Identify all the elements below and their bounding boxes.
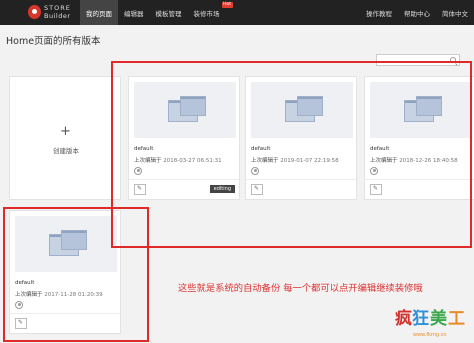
logo-line-2: Builder	[44, 12, 71, 20]
annotation-note: 这些就是系统的自动备份 每一个都可以点开编辑继续装修哦	[178, 283, 423, 294]
create-version-card[interactable]: + 创建版本	[9, 76, 121, 200]
create-version-label: 创建版本	[53, 147, 79, 155]
page-title: Home页面的所有版本	[6, 36, 101, 47]
main-nav: 我的页面 编辑器 模板管理 装修市场 Hot	[80, 0, 233, 25]
watermark-char: 疯	[395, 309, 412, 329]
language-select[interactable]: 简体中文	[442, 8, 468, 18]
watermark-url: www.fkmg.cn	[413, 332, 447, 338]
top-bar: STORE Builder 我的页面 编辑器 模板管理 装修市场 Hot 操作教…	[0, 0, 474, 25]
watermark-logo: 疯 狂 美 工 www.fkmg.cn	[395, 311, 471, 341]
nav-template-manage[interactable]: 模板管理	[150, 0, 188, 25]
tutorial-link[interactable]: 操作教程	[366, 8, 392, 18]
nav-template-manage-label: 模板管理	[155, 9, 182, 18]
plus-icon: +	[60, 124, 71, 139]
nav-decoration-market[interactable]: 装修市场 Hot	[188, 0, 233, 25]
watermark-char: 美	[430, 309, 447, 329]
nav-decoration-market-label: 装修市场	[193, 9, 220, 18]
hot-badge: Hot	[221, 2, 233, 8]
store-builder-logo[interactable]: STORE Builder	[28, 3, 78, 23]
header-right-links: 操作教程 帮助中心 简体中文	[366, 0, 468, 25]
nav-my-pages[interactable]: 我的页面	[80, 0, 118, 25]
nav-editor[interactable]: 编辑器	[118, 0, 150, 25]
watermark-char: 狂	[412, 309, 429, 329]
logo-icon	[28, 5, 41, 19]
nav-editor-label: 编辑器	[124, 9, 144, 18]
watermark-char: 工	[448, 309, 465, 329]
help-center-link[interactable]: 帮助中心	[404, 8, 430, 18]
highlight-box-backup	[3, 207, 149, 342]
logo-line-1: STORE	[44, 4, 71, 12]
highlight-box-backups	[111, 61, 472, 248]
nav-my-pages-label: 我的页面	[86, 9, 112, 18]
